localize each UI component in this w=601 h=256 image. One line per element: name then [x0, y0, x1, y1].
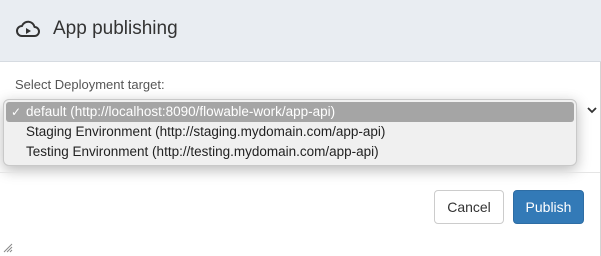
cloud-upload-icon [16, 20, 40, 37]
publish-button[interactable]: Publish [513, 190, 584, 224]
deployment-target-dropdown[interactable]: ✓ default (http://localhost:8090/flowabl… [3, 99, 577, 166]
deployment-target-label: Select Deployment target: [15, 77, 165, 92]
app-publishing-dialog: App publishing Select Deployment target:… [0, 0, 601, 256]
option-label: default (http://localhost:8090/flowable-… [26, 104, 336, 119]
dropdown-option-staging[interactable]: Staging Environment (http://staging.mydo… [4, 122, 576, 142]
chevron-down-icon[interactable] [586, 104, 598, 116]
dropdown-option-testing[interactable]: Testing Environment (http://testing.mydo… [4, 142, 576, 162]
option-label: Staging Environment (http://staging.mydo… [26, 124, 386, 139]
footer-divider [0, 172, 600, 173]
dialog-header: App publishing [0, 0, 601, 62]
option-label: Testing Environment (http://testing.mydo… [26, 144, 379, 159]
dropdown-option-default[interactable]: ✓ default (http://localhost:8090/flowabl… [6, 102, 574, 122]
dialog-title: App publishing [53, 18, 178, 39]
resize-grip-icon[interactable] [3, 243, 13, 253]
cancel-button[interactable]: Cancel [434, 190, 504, 224]
checkmark-icon: ✓ [11, 105, 22, 119]
